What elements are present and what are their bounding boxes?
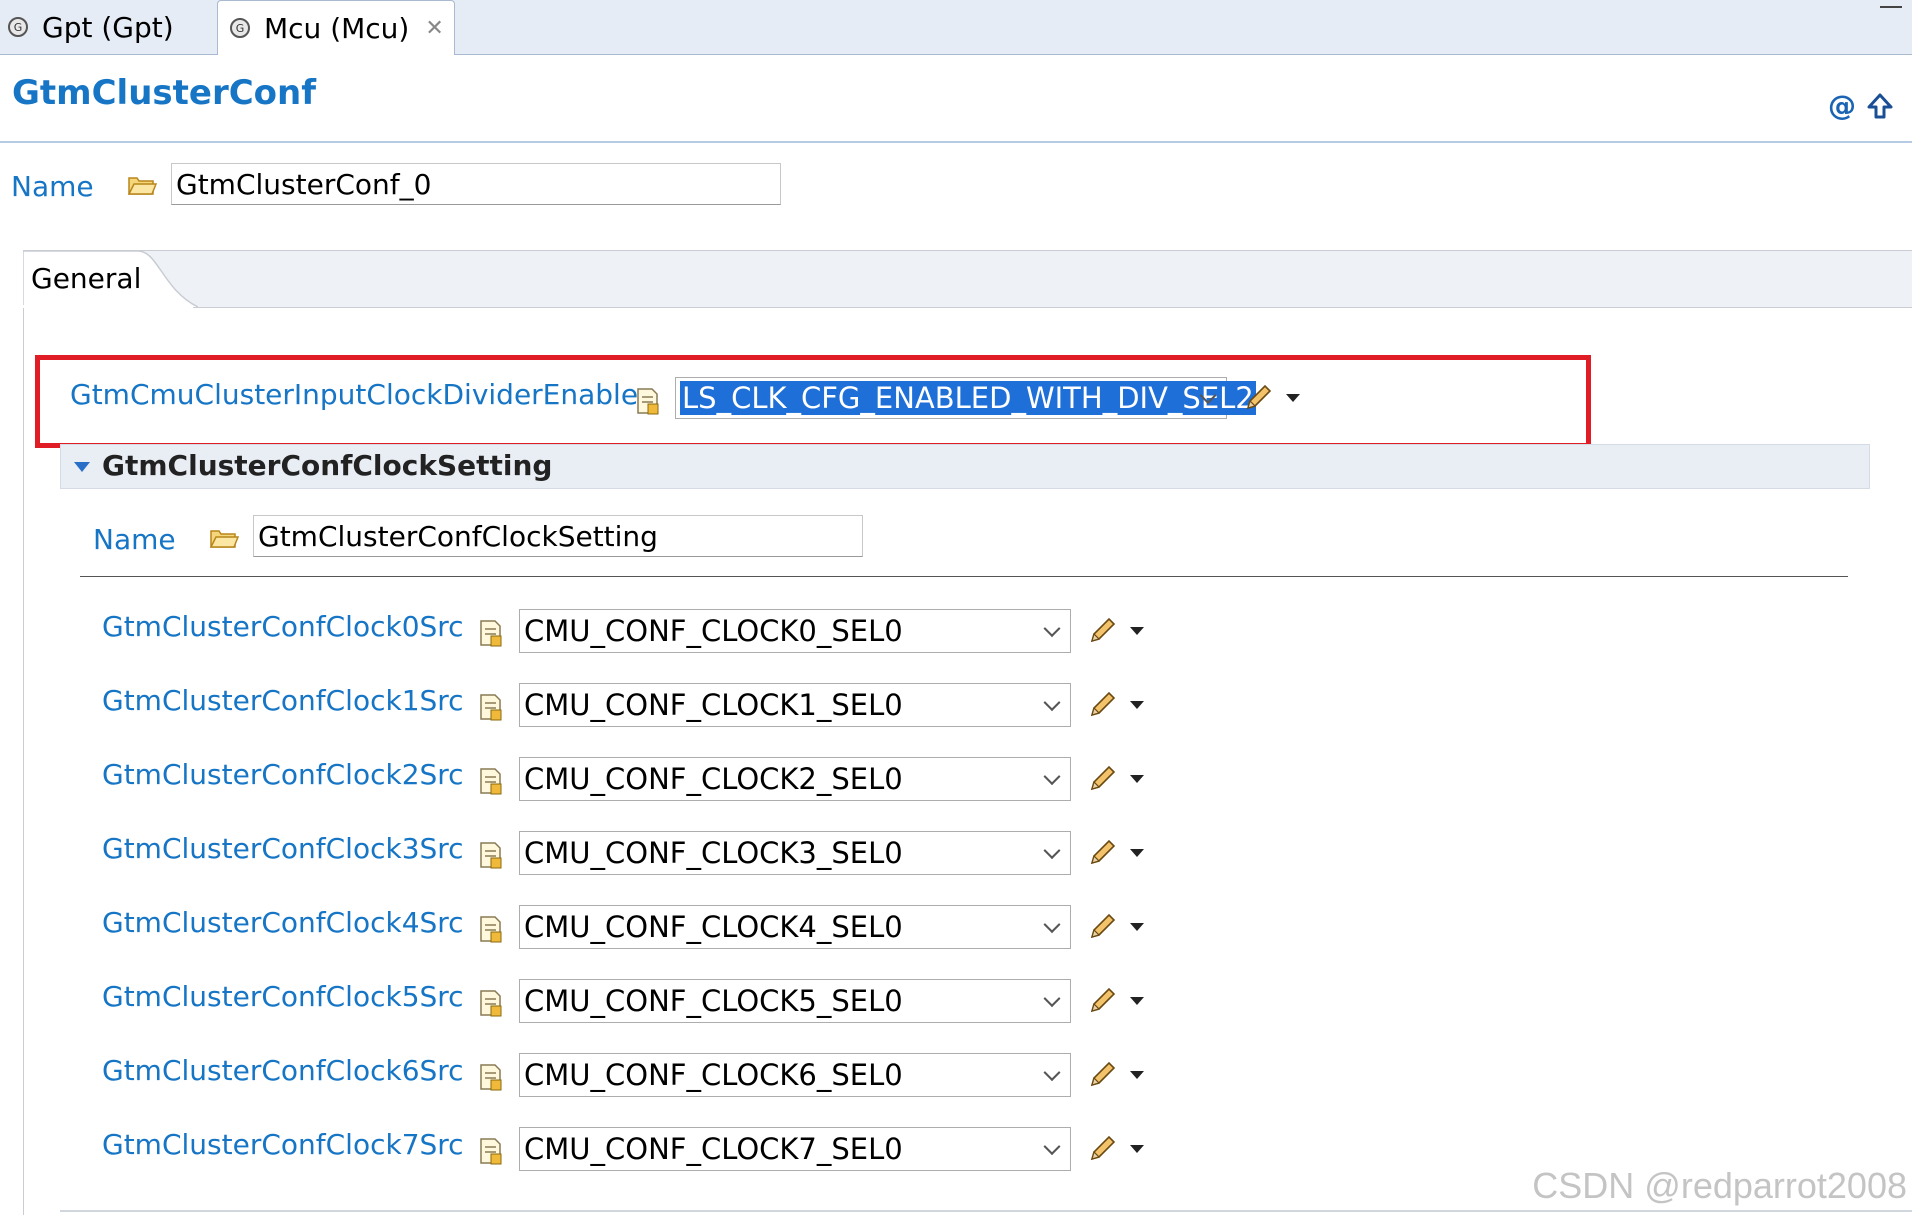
tab-label: Mcu (Mcu) (264, 11, 410, 45)
clock-src-select[interactable]: CMU_CONF_CLOCK4_SEL0 (519, 905, 1071, 949)
parameter-icon (480, 990, 502, 1017)
name-input[interactable]: GtmClusterConf_0 (171, 163, 781, 205)
parameter-icon (480, 916, 502, 943)
clock-src-label: GtmClusterConfClock5Src (102, 980, 464, 1013)
pencil-icon[interactable] (1087, 912, 1117, 942)
dropdown-arrow-icon[interactable] (1130, 849, 1144, 857)
name-label: Name (11, 170, 94, 203)
watermark: CSDN @redparrot2008 (1532, 1165, 1907, 1206)
clock-src-select[interactable]: CMU_CONF_CLOCK5_SEL0 (519, 979, 1071, 1023)
parameter-icon (480, 1064, 502, 1091)
tab-general[interactable]: General (31, 262, 141, 295)
chevron-down-icon (1043, 768, 1061, 786)
section-divider (80, 576, 1848, 577)
page-title: GtmClusterConf (12, 73, 317, 113)
module-icon: G (8, 17, 28, 37)
pencil-icon[interactable] (1087, 764, 1117, 794)
pencil-icon[interactable] (1087, 838, 1117, 868)
parameter-icon (480, 694, 502, 721)
tab-gpt[interactable]: G Gpt (Gpt) (0, 0, 212, 54)
dropdown-arrow-icon[interactable] (1130, 1071, 1144, 1079)
dropdown-arrow-icon[interactable] (1130, 1145, 1144, 1153)
clock-src-label: GtmClusterConfClock0Src (102, 610, 464, 643)
pencil-icon[interactable] (1087, 1134, 1117, 1164)
chevron-down-icon (1043, 916, 1061, 934)
pencil-icon[interactable] (1243, 383, 1273, 413)
parameter-icon (480, 620, 502, 647)
clock-src-select[interactable]: CMU_CONF_CLOCK6_SEL0 (519, 1053, 1071, 1097)
tab-label: Gpt (Gpt) (42, 10, 174, 44)
clock-src-select[interactable]: CMU_CONF_CLOCK2_SEL0 (519, 757, 1071, 801)
chevron-down-icon (1043, 1138, 1061, 1156)
chevron-down-icon (1043, 694, 1061, 712)
divider-enable-label: GtmCmuClusterInputClockDividerEnable (70, 378, 639, 411)
module-icon: G (230, 18, 250, 38)
dropdown-arrow-icon[interactable] (1130, 627, 1144, 635)
pencil-icon[interactable] (1087, 1060, 1117, 1090)
folder-icon (127, 177, 157, 195)
clock-src-select[interactable]: CMU_CONF_CLOCK0_SEL0 (519, 609, 1071, 653)
header-toolbar: @ (1828, 92, 1894, 120)
dropdown-arrow-icon[interactable] (1130, 923, 1144, 931)
chevron-down-icon (1043, 1064, 1061, 1082)
tab-bar (23, 250, 1912, 308)
parameter-icon (637, 388, 659, 415)
up-arrow-icon[interactable] (1866, 92, 1894, 120)
chevron-down-icon (1043, 620, 1061, 638)
section-title: GtmClusterConfClockSetting (102, 449, 553, 482)
minimize-icon[interactable] (1880, 6, 1902, 14)
dropdown-arrow-icon[interactable] (1286, 394, 1300, 402)
section-name-input[interactable]: GtmClusterConfClockSetting (253, 515, 863, 557)
section-bottom-border (60, 1210, 1912, 1212)
chevron-down-icon (1043, 842, 1061, 860)
clock-src-select[interactable]: CMU_CONF_CLOCK7_SEL0 (519, 1127, 1071, 1171)
parameter-icon (480, 842, 502, 869)
svg-text:G: G (14, 21, 23, 34)
clock-src-label: GtmClusterConfClock1Src (102, 684, 464, 717)
dropdown-arrow-icon[interactable] (1130, 701, 1144, 709)
header-divider (0, 141, 1912, 143)
dropdown-arrow-icon[interactable] (1130, 997, 1144, 1005)
parameter-icon (480, 1138, 502, 1165)
clock-src-select[interactable]: CMU_CONF_CLOCK3_SEL0 (519, 831, 1071, 875)
svg-text:G: G (236, 22, 245, 35)
tab-mcu[interactable]: G Mcu (Mcu) ✕ (217, 0, 455, 55)
clock-src-label: GtmClusterConfClock3Src (102, 832, 464, 865)
pencil-icon[interactable] (1087, 690, 1117, 720)
clock-src-label: GtmClusterConfClock2Src (102, 758, 464, 791)
divider-enable-select[interactable]: LS_CLK_CFG_ENABLED_WITH_DIV_SEL2 (675, 377, 1256, 419)
pencil-icon[interactable] (1087, 616, 1117, 646)
clock-src-label: GtmClusterConfClock6Src (102, 1054, 464, 1087)
at-icon[interactable]: @ (1828, 92, 1856, 120)
chevron-down-icon (1043, 990, 1061, 1008)
folder-icon (209, 530, 239, 548)
section-name-label: Name (93, 523, 176, 556)
clock-src-label: GtmClusterConfClock4Src (102, 906, 464, 939)
dropdown-arrow-icon[interactable] (1130, 775, 1144, 783)
collapse-triangle-icon[interactable] (74, 462, 90, 472)
selected-value: LS_CLK_CFG_ENABLED_WITH_DIV_SEL2 (680, 381, 1256, 415)
pencil-icon[interactable] (1087, 986, 1117, 1016)
parameter-icon (480, 768, 502, 795)
close-icon[interactable]: ✕ (425, 16, 443, 41)
clock-src-select[interactable]: CMU_CONF_CLOCK1_SEL0 (519, 683, 1071, 727)
clock-src-label: GtmClusterConfClock7Src (102, 1128, 464, 1161)
